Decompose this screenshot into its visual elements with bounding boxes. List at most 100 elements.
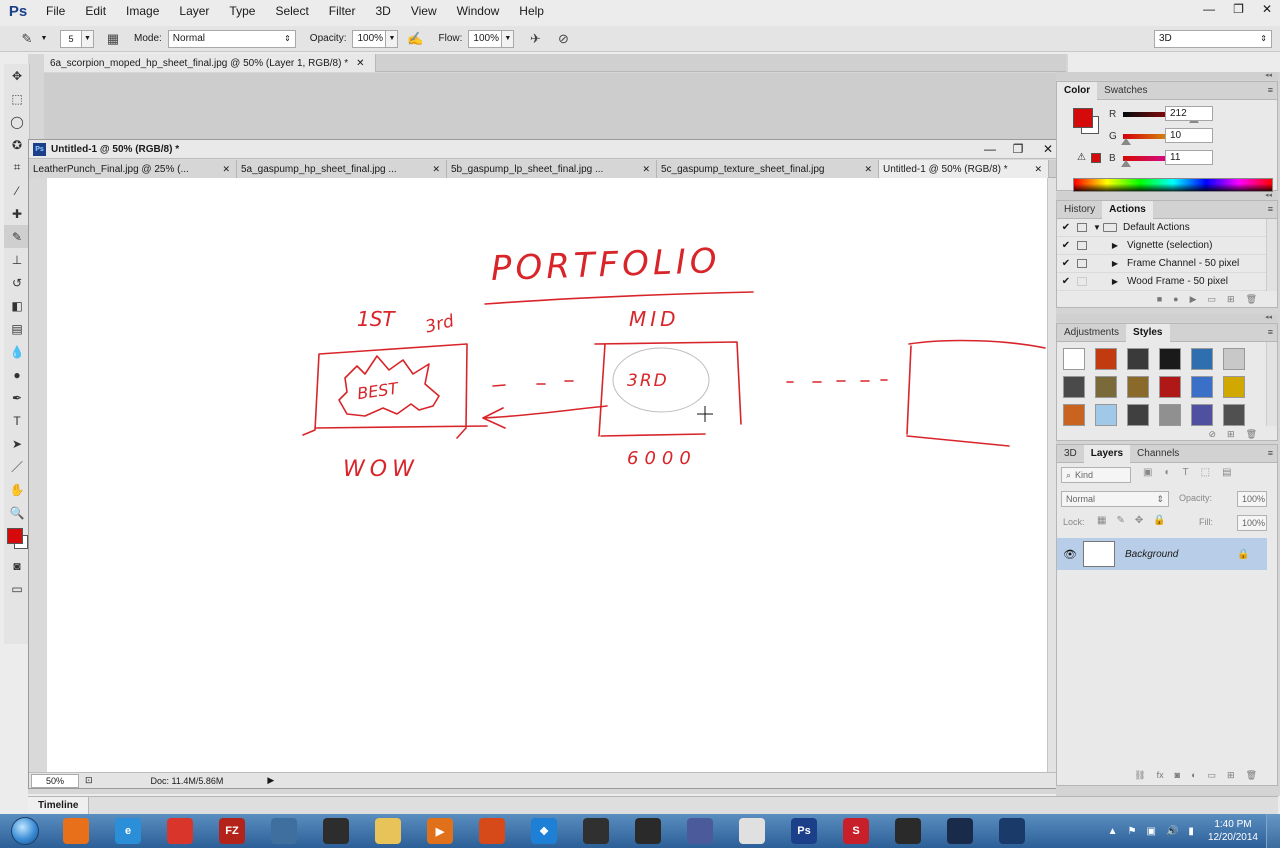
clone-stamp-tool-icon[interactable]: ⊥ — [4, 248, 30, 271]
tab-adjustments[interactable]: Adjustments — [1057, 324, 1126, 342]
style-swatch[interactable] — [1191, 376, 1213, 398]
opacity-input[interactable]: 100% — [352, 29, 387, 48]
volume-icon[interactable]: 🔊 — [1166, 826, 1178, 837]
taskbar-app[interactable]: FZ — [206, 814, 258, 848]
trash-icon[interactable]: 🗑 — [1246, 294, 1257, 305]
pen-tool-icon[interactable]: ✒ — [4, 386, 30, 409]
path-select-tool-icon[interactable]: ➤ — [4, 432, 30, 455]
style-swatch[interactable] — [1191, 404, 1213, 426]
style-swatch[interactable] — [1063, 404, 1085, 426]
style-swatch[interactable] — [1095, 404, 1117, 426]
eye-icon[interactable]: 👁 — [1057, 548, 1083, 561]
drawing-canvas[interactable]: PORTFOLIO 1ST 3rd MID BEST 3RD WOW 6000 — [47, 178, 1049, 774]
screen-mode-icon[interactable]: ▭ — [4, 577, 30, 600]
brush-tool-icon[interactable]: ✎ — [4, 225, 30, 248]
close-icon[interactable]: ✕ — [356, 58, 364, 69]
action-row[interactable]: ✔ ▼ Default Actions — [1057, 219, 1267, 237]
layer-row[interactable]: 👁 Background 🔒 — [1057, 538, 1267, 570]
collapsed-triangle-icon[interactable]: ▶ — [1109, 241, 1121, 250]
menu-edit[interactable]: Edit — [75, 0, 116, 22]
color-spectrum-bar[interactable] — [1073, 178, 1273, 192]
brush-size-box[interactable]: 5 — [60, 29, 82, 48]
web-color-chip[interactable] — [1091, 153, 1101, 163]
trash-icon[interactable]: 🗑 — [1246, 429, 1257, 440]
tab-styles[interactable]: Styles — [1126, 323, 1170, 342]
timeline-tab[interactable]: Timeline — [28, 796, 90, 815]
tab-channels[interactable]: Channels — [1130, 445, 1186, 463]
dialog-toggle-icon[interactable] — [1077, 223, 1087, 232]
panel-menu-icon[interactable]: ≡ — [1268, 85, 1273, 95]
panel-collapse-gripper[interactable]: ◂◂ — [1056, 314, 1278, 322]
blend-mode-select[interactable]: Normal ⇕ — [1061, 491, 1169, 507]
tab-actions[interactable]: Actions — [1102, 200, 1153, 219]
new-layer-icon[interactable]: ⊞ — [1227, 770, 1235, 781]
check-icon[interactable]: ✔ — [1057, 222, 1075, 233]
action-row[interactable]: ✔ ▶ Frame Channel - 50 pixel — [1057, 255, 1267, 273]
new-set-icon[interactable]: ▭ — [1208, 294, 1217, 305]
dialog-toggle-icon[interactable] — [1077, 277, 1087, 286]
pressure-size-icon[interactable]: ⊘ — [552, 29, 574, 49]
filter-smart-icon[interactable]: ▤ — [1222, 467, 1231, 478]
check-icon[interactable]: ✔ — [1057, 240, 1075, 251]
taskbar-app[interactable] — [674, 814, 726, 848]
taskbar-app[interactable] — [622, 814, 674, 848]
action-row[interactable]: ✔ ▶ Wood Frame - 50 pixel — [1057, 273, 1267, 291]
taskbar-app[interactable] — [570, 814, 622, 848]
gradient-tool-icon[interactable]: ▤ — [4, 317, 30, 340]
panel-menu-icon[interactable]: ≡ — [1268, 204, 1273, 214]
menu-help[interactable]: Help — [509, 0, 554, 22]
healing-brush-tool-icon[interactable]: ✚ — [4, 202, 30, 225]
background-doc-tab[interactable]: 6a_scorpion_moped_hp_sheet_final.jpg @ 5… — [44, 54, 376, 72]
mode-select[interactable]: Normal ⇕ — [167, 29, 296, 48]
check-icon[interactable]: ✔ — [1057, 276, 1075, 287]
flow-input[interactable]: 100% — [468, 29, 503, 48]
panel-menu-icon[interactable]: ≡ — [1268, 327, 1273, 337]
taskbar-app[interactable] — [310, 814, 362, 848]
restore-button[interactable]: ❐ — [1233, 0, 1244, 18]
history-brush-tool-icon[interactable]: ↺ — [4, 271, 30, 294]
taskbar-app[interactable]: Ps — [778, 814, 830, 848]
taskbar-app[interactable] — [258, 814, 310, 848]
play-icon[interactable]: ▶ — [1190, 294, 1197, 305]
tab-history[interactable]: History — [1057, 201, 1102, 219]
g-slider-thumb[interactable] — [1121, 137, 1131, 145]
style-swatch[interactable] — [1127, 348, 1149, 370]
new-style-icon[interactable]: ⊞ — [1227, 429, 1235, 440]
tab-color[interactable]: Color — [1057, 81, 1098, 100]
eraser-tool-icon[interactable]: ◧ — [4, 294, 30, 317]
menu-window[interactable]: Window — [447, 0, 510, 22]
tab-swatches[interactable]: Swatches — [1097, 82, 1154, 100]
flag-icon[interactable]: ⚑ — [1128, 826, 1137, 837]
doc-restore-button[interactable]: ❐ — [1005, 140, 1031, 158]
doc-tab[interactable]: 5b_gaspump_lp_sheet_final.jpg ... ✕ — [447, 160, 657, 178]
tray-expand-icon[interactable]: ▲ — [1108, 826, 1118, 837]
close-icon[interactable]: ✕ — [864, 164, 872, 175]
b-slider-thumb[interactable] — [1121, 159, 1131, 167]
tab-layers[interactable]: Layers — [1083, 444, 1131, 463]
panel-collapse-gripper[interactable]: ◂◂ — [1056, 192, 1278, 200]
close-icon[interactable]: ✕ — [1034, 164, 1042, 175]
expanded-triangle-icon[interactable]: ▼ — [1091, 223, 1103, 232]
menu-view[interactable]: View — [401, 0, 447, 22]
filter-shape-icon[interactable]: ⬚ — [1201, 467, 1210, 478]
adjustment-layer-icon[interactable]: ◐ — [1191, 770, 1196, 780]
action-row[interactable]: ✔ ▶ Vignette (selection) — [1057, 237, 1267, 255]
zoom-field[interactable]: 50% — [31, 773, 79, 788]
close-icon[interactable]: ✕ — [222, 164, 230, 175]
clock[interactable]: 1:40 PM 12/20/2014 — [1208, 818, 1258, 844]
lock-image-icon[interactable]: ✎ — [1116, 515, 1124, 526]
type-tool-icon[interactable]: T — [4, 409, 30, 432]
menu-type[interactable]: Type — [219, 0, 265, 22]
blur-tool-icon[interactable]: 💧 — [4, 340, 30, 363]
layer-name[interactable]: Background — [1125, 549, 1237, 560]
brush-picker-dropdown[interactable]: ▼ — [82, 29, 94, 48]
taskbar-app[interactable]: S — [830, 814, 882, 848]
layer-kind-filter[interactable]: ⌕ Kind — [1061, 467, 1131, 483]
menu-file[interactable]: File — [36, 0, 75, 22]
opacity-dropdown[interactable]: ▼ — [386, 29, 399, 48]
taskbar-app[interactable]: ❖ — [518, 814, 570, 848]
dialog-toggle-icon[interactable] — [1077, 241, 1087, 250]
airbrush-icon[interactable]: ✈ — [524, 29, 546, 49]
record-icon[interactable]: ● — [1173, 294, 1178, 304]
doc-tab[interactable]: 5c_gaspump_texture_sheet_final.jpg ✕ — [657, 160, 879, 178]
